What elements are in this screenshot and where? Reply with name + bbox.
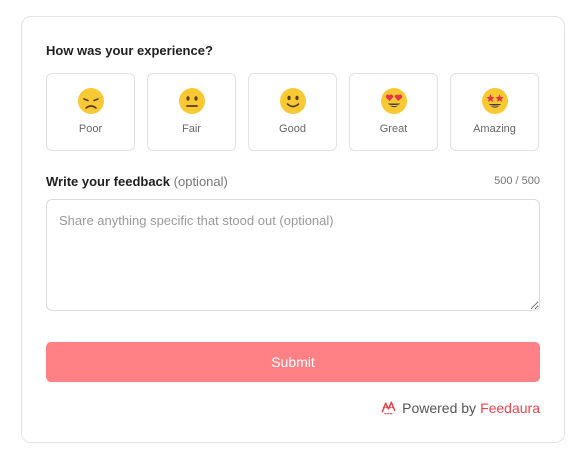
slightly-smiling-face-icon: [279, 88, 306, 114]
feedback-textarea[interactable]: [46, 199, 540, 311]
rating-fair[interactable]: Fair: [147, 73, 236, 151]
feedback-label: Write your feedback (optional): [46, 174, 228, 189]
rating-label: Good: [279, 123, 306, 135]
brand-name: Feedaura: [480, 399, 540, 416]
disappointed-face-icon: [77, 88, 104, 114]
heart-eyes-face-icon: [380, 88, 407, 114]
rating-amazing[interactable]: Amazing: [450, 73, 539, 151]
star-struck-face-icon: [481, 88, 508, 114]
rating-label: Fair: [182, 123, 201, 135]
rating-good[interactable]: Good: [248, 73, 337, 151]
neutral-face-icon: [178, 88, 205, 114]
feedback-optional-note: (optional): [173, 174, 228, 189]
feedback-label-text: Write your feedback: [46, 174, 171, 189]
rating-label: Great: [379, 123, 408, 135]
feedaura-logo-icon: [381, 401, 396, 415]
character-counter: 500 / 500: [494, 175, 540, 187]
rating-great[interactable]: Great: [349, 73, 438, 151]
rating-label: Poor: [78, 123, 103, 135]
submit-button[interactable]: Submit: [46, 342, 540, 382]
rating-label: Amazing: [473, 123, 516, 135]
powered-by-link[interactable]: Powered by Feedaura: [380, 399, 540, 416]
powered-by-text: Powered by: [402, 399, 477, 416]
experience-question: How was your experience?: [46, 43, 213, 58]
rating-options: Poor Fair Good Great Amazing: [46, 73, 539, 151]
rating-poor[interactable]: Poor: [46, 73, 135, 151]
feedback-card: How was your experience? Poor Fair Good …: [21, 16, 565, 443]
